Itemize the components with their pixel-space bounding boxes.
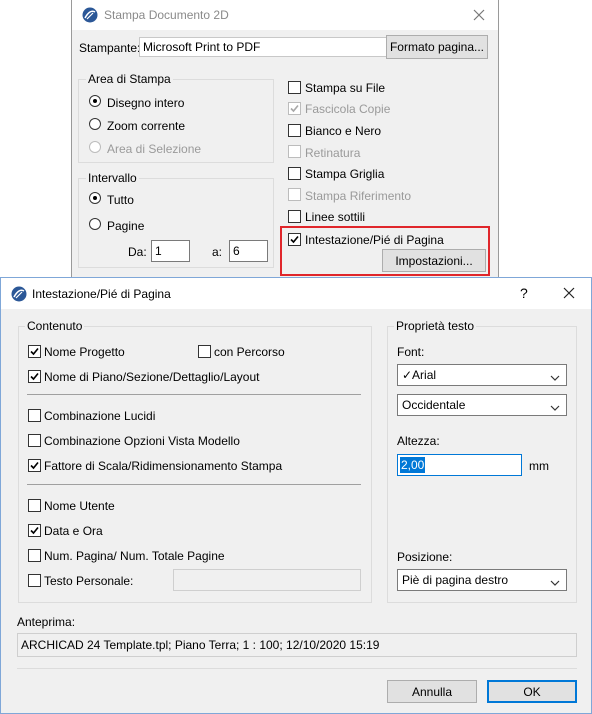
checkbox-stampa-griglia-label: Stampa Griglia (305, 167, 385, 181)
font-select[interactable]: ✓Arial (397, 364, 567, 386)
header-footer-dialog: Intestazione/Pié di Pagina ? Contenuto N… (0, 277, 592, 714)
checkbox-num-pagina[interactable] (28, 549, 41, 562)
preview-text: ARCHICAD 24 Template.tpl; Piano Terra; 1… (21, 638, 380, 652)
radio-area-selezione (89, 141, 101, 153)
position-select-value: Piè di pagina destro (402, 573, 509, 587)
range-from-value: 1 (155, 244, 162, 258)
checkbox-combinazione-opzioni[interactable] (28, 434, 41, 447)
height-label: Altezza: (397, 434, 440, 448)
checkbox-stampa-riferimento-label: Stampa Riferimento (305, 189, 412, 203)
checkbox-testo-personale[interactable] (28, 574, 41, 587)
checkbox-nome-piano[interactable] (28, 370, 41, 383)
checkbox-num-pagina-label: Num. Pagina/ Num. Totale Pagine (44, 549, 225, 563)
checkbox-retinatura-label: Retinatura (305, 146, 361, 160)
radio-disegno-intero-label: Disegno intero (107, 96, 185, 110)
range-to-input[interactable]: 6 (229, 240, 268, 262)
radio-disegno-intero[interactable] (89, 95, 101, 107)
print-dialog-titlebar: Stampa Documento 2D (72, 0, 498, 30)
header-footer-title: Intestazione/Pié di Pagina (32, 287, 171, 301)
printer-label: Stampante: (79, 41, 141, 55)
checkbox-retinatura (288, 145, 301, 158)
checkbox-fascicola-copie-label: Fascicola Copie (305, 102, 391, 116)
chevron-down-icon (550, 371, 560, 385)
page-format-button-label: Formato pagina... (389, 40, 485, 54)
script-select-value: Occidentale (402, 398, 466, 412)
checkbox-combinazione-lucidi-label: Combinazione Lucidi (44, 409, 156, 423)
archicad-logo-icon (82, 7, 98, 26)
checkbox-nome-piano-label: Nome di Piano/Sezione/Dettaglio/Layout (44, 370, 260, 384)
height-unit: mm (529, 459, 549, 473)
separator (17, 668, 577, 669)
checkbox-nome-utente[interactable] (28, 499, 41, 512)
radio-zoom-corrente-label: Zoom corrente (107, 119, 186, 133)
height-input[interactable]: 2,00 (397, 454, 522, 476)
separator (27, 484, 361, 485)
radio-pagine-label: Pagine (107, 219, 145, 233)
checkbox-con-percorso[interactable] (198, 345, 211, 358)
checkbox-data-ora[interactable] (28, 524, 41, 537)
range-legend: Intervallo (86, 171, 139, 185)
range-to-value: 6 (233, 244, 240, 258)
radio-tutto-label: Tutto (107, 193, 134, 207)
checkbox-nome-utente-label: Nome Utente (44, 499, 115, 513)
content-legend: Contenuto (25, 319, 85, 333)
separator (27, 394, 361, 395)
checkbox-stampa-su-file-label: Stampa su File (305, 81, 386, 95)
preview-label: Anteprima: (17, 615, 76, 629)
checkbox-linee-sottili[interactable] (288, 210, 301, 223)
checkbox-bianco-nero[interactable] (288, 124, 301, 137)
preview-box: ARCHICAD 24 Template.tpl; Piano Terra; 1… (17, 633, 577, 657)
checkbox-testo-personale-label: Testo Personale: (44, 574, 134, 588)
checkbox-bianco-nero-label: Bianco e Nero (305, 124, 382, 138)
checkbox-stampa-su-file[interactable] (288, 81, 301, 94)
checkbox-linee-sottili-label: Linee sottili (305, 210, 366, 224)
help-button[interactable]: ? (520, 285, 528, 301)
font-label: Font: (397, 345, 425, 359)
radio-tutto[interactable] (89, 192, 101, 204)
script-select[interactable]: Occidentale (397, 394, 567, 416)
chevron-down-icon (550, 401, 560, 415)
settings-button-label: Impostazioni... (395, 253, 473, 268)
font-select-value: ✓Arial (402, 368, 437, 382)
checkbox-nome-progetto-label: Nome Progetto (44, 345, 125, 359)
radio-zoom-corrente[interactable] (89, 118, 101, 130)
close-icon[interactable] (473, 9, 485, 24)
print-area-legend: Area di Stampa (86, 72, 173, 86)
position-select[interactable]: Piè di pagina destro (397, 569, 567, 591)
radio-pagine[interactable] (89, 218, 101, 230)
ok-button[interactable]: OK (487, 680, 577, 703)
archicad-logo-icon (11, 286, 27, 305)
checkbox-stampa-riferimento (288, 188, 301, 201)
checkbox-combinazione-opzioni-label: Combinazione Opzioni Vista Modello (44, 434, 240, 448)
settings-button[interactable]: Impostazioni... (382, 249, 486, 272)
text-props-legend: Proprietà testo (394, 319, 477, 333)
print-dialog-title: Stampa Documento 2D (104, 8, 229, 22)
checkbox-con-percorso-label: con Percorso (214, 345, 285, 359)
ok-button-label: OK (523, 684, 541, 699)
range-from-label: Da: (128, 245, 147, 259)
checkbox-intestazione[interactable] (288, 233, 301, 246)
range-to-label: a: (212, 245, 223, 259)
custom-text-input[interactable] (173, 569, 361, 591)
printer-value: Microsoft Print to PDF (143, 40, 261, 54)
radio-area-selezione-label: Area di Selezione (107, 142, 202, 156)
header-footer-titlebar: Intestazione/Pié di Pagina ? (1, 278, 591, 309)
cancel-button-label: Annulla (411, 684, 453, 699)
chevron-down-icon (550, 576, 560, 590)
close-icon[interactable] (563, 287, 575, 302)
checkbox-fascicola-copie (288, 102, 301, 115)
checkbox-nome-progetto[interactable] (28, 345, 41, 358)
checkbox-fattore-scala-label: Fattore di Scala/Ridimensionamento Stamp… (44, 459, 283, 473)
height-value: 2,00 (400, 457, 426, 473)
cancel-button[interactable]: Annulla (387, 680, 477, 703)
page-format-button[interactable]: Formato pagina... (386, 35, 488, 59)
checkbox-combinazione-lucidi[interactable] (28, 409, 41, 422)
print-dialog: Stampa Documento 2D Stampante: Microsoft… (71, 0, 499, 280)
checkbox-fattore-scala[interactable] (28, 459, 41, 472)
checkbox-data-ora-label: Data e Ora (44, 524, 103, 538)
checkbox-intestazione-label: Intestazione/Pié di Pagina (305, 233, 444, 247)
position-label: Posizione: (397, 550, 453, 564)
range-from-input[interactable]: 1 (151, 240, 190, 262)
checkbox-stampa-griglia[interactable] (288, 167, 301, 180)
